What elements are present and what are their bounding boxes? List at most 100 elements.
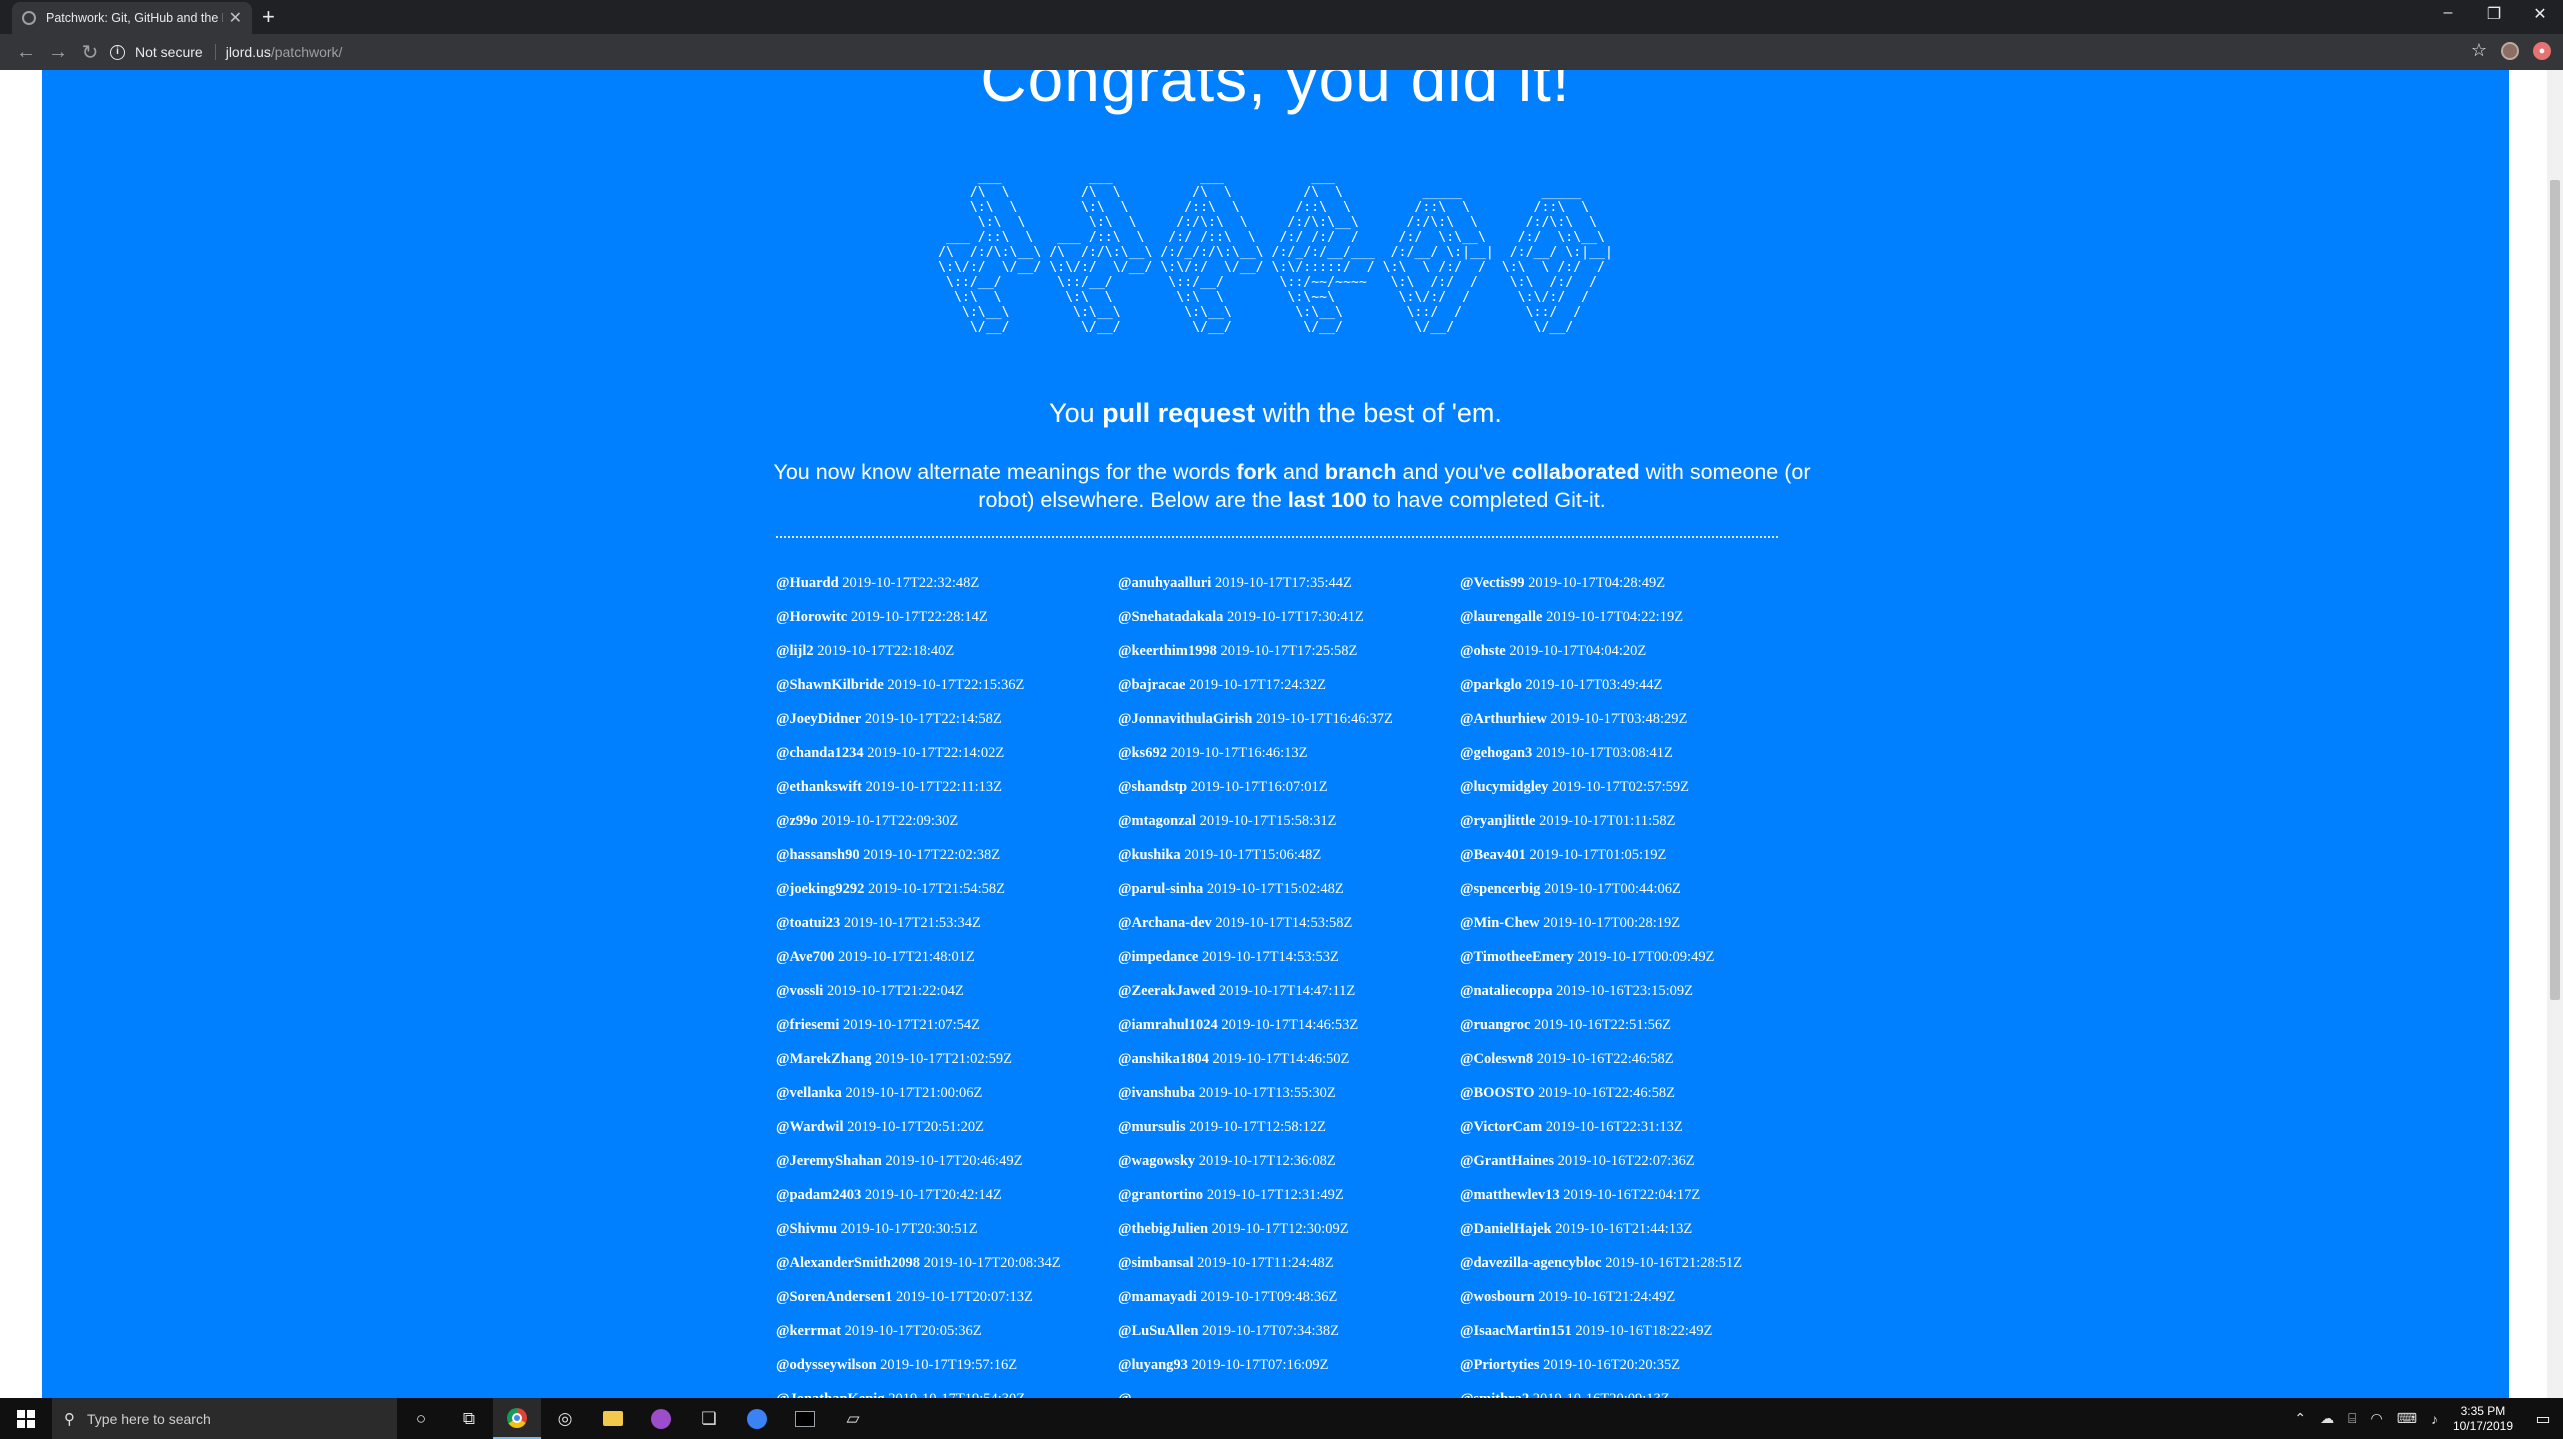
address-bar[interactable]: i Not secure jlord.us/patchwork/ bbox=[110, 38, 2490, 66]
taskbar-search[interactable]: ⚲ Type here to search bbox=[52, 1398, 397, 1439]
username-link[interactable]: @Beav401 bbox=[1460, 847, 1526, 863]
username-link[interactable]: @hassansh90 bbox=[776, 847, 860, 863]
username-link[interactable]: @simbansal bbox=[1118, 1255, 1194, 1271]
task-view-icon[interactable]: ⧉ bbox=[445, 1398, 493, 1439]
username-link[interactable]: @ShawnKilbride bbox=[776, 677, 884, 693]
file-explorer-taskbar-icon[interactable] bbox=[589, 1398, 637, 1439]
username-link[interactable]: @wagowsky bbox=[1118, 1153, 1195, 1169]
username-link[interactable]: @mtagonzal bbox=[1118, 813, 1196, 829]
chrome-taskbar-icon[interactable] bbox=[493, 1398, 541, 1439]
username-link[interactable]: @thebigJulien bbox=[1118, 1221, 1208, 1237]
start-button[interactable] bbox=[0, 1398, 52, 1439]
username-link[interactable]: @Arthurhiew bbox=[1460, 711, 1547, 727]
action-center-icon[interactable]: ▭ bbox=[2523, 1409, 2563, 1429]
username-link[interactable]: @Wardwil bbox=[776, 1119, 843, 1135]
username-link[interactable]: @ryanjlittle bbox=[1460, 813, 1536, 829]
app-taskbar-icon-purple[interactable] bbox=[637, 1398, 685, 1439]
notepad-taskbar-icon[interactable]: ▱ bbox=[829, 1398, 877, 1439]
close-window-icon[interactable]: ✕ bbox=[2517, 4, 2563, 24]
volume-icon[interactable]: ♪ bbox=[2431, 1411, 2438, 1427]
username-link[interactable]: @vossli bbox=[776, 983, 823, 999]
username-link[interactable]: @JoeyDidner bbox=[776, 711, 861, 727]
username-link[interactable]: @friesemi bbox=[776, 1017, 839, 1033]
username-link[interactable]: @JonathanKenig bbox=[776, 1391, 885, 1398]
keyboard-icon[interactable]: ⌨ bbox=[2397, 1410, 2417, 1427]
username-link[interactable]: @spencerbig bbox=[1460, 881, 1540, 897]
username-link[interactable]: @Archana-dev bbox=[1118, 915, 1212, 931]
show-hidden-icons-icon[interactable]: ⌃ bbox=[2294, 1410, 2306, 1427]
username-link[interactable]: @IsaacMartin151 bbox=[1460, 1323, 1572, 1339]
network-icon[interactable]: ⌸ bbox=[2348, 1410, 2356, 1427]
cortana-icon[interactable]: ○ bbox=[397, 1398, 445, 1439]
username-link[interactable]: @grantortino bbox=[1118, 1187, 1203, 1203]
username-link[interactable]: @Snehatadakala bbox=[1118, 609, 1223, 625]
extension-icon[interactable] bbox=[2501, 41, 2519, 60]
username-link[interactable]: @TimotheeEmery bbox=[1460, 949, 1574, 965]
app-taskbar-icon-blue[interactable] bbox=[733, 1398, 781, 1439]
username-link[interactable]: @iamrahul1024 bbox=[1118, 1017, 1218, 1033]
username-link[interactable]: @ethankswift bbox=[776, 779, 862, 795]
username-link[interactable]: @impedance bbox=[1118, 949, 1198, 965]
onedrive-icon[interactable]: ☁ bbox=[2320, 1410, 2334, 1427]
username-link[interactable]: @smithra2 bbox=[1460, 1391, 1529, 1398]
new-tab-icon[interactable]: + bbox=[262, 6, 275, 28]
username-link[interactable]: @chanda1234 bbox=[776, 745, 864, 761]
username-link[interactable]: @JeremyShahan bbox=[776, 1153, 882, 1169]
username-link[interactable]: @Shivmu bbox=[776, 1221, 837, 1237]
username-link[interactable]: @Vectis99 bbox=[1460, 575, 1525, 591]
username-link[interactable]: @ruangroc bbox=[1460, 1017, 1530, 1033]
username-link[interactable]: @mursulis bbox=[1118, 1119, 1185, 1135]
username-link[interactable]: @DanielHajek bbox=[1460, 1221, 1552, 1237]
username-link[interactable]: @MarekZhang bbox=[776, 1051, 871, 1067]
username-link[interactable]: @Horowitc bbox=[776, 609, 847, 625]
info-icon[interactable]: i bbox=[110, 44, 125, 60]
username-link[interactable]: @nataliecoppa bbox=[1460, 983, 1552, 999]
wifi-icon[interactable]: ◠ bbox=[2371, 1410, 2383, 1427]
username-link[interactable]: @z99o bbox=[776, 813, 818, 829]
username-link[interactable]: @laurengalle bbox=[1460, 609, 1543, 625]
browser-tab[interactable]: Patchwork: Git, GitHub and the P ✕ bbox=[12, 2, 252, 34]
username-link[interactable]: @lucymidgley bbox=[1460, 779, 1548, 795]
reload-icon[interactable]: ↻ bbox=[74, 40, 106, 65]
username-link[interactable]: @keerthim1998 bbox=[1118, 643, 1217, 659]
close-tab-icon[interactable]: ✕ bbox=[229, 8, 242, 28]
username-link[interactable]: @JonnavithulaGirish bbox=[1118, 711, 1252, 727]
username-link[interactable]: @ks692 bbox=[1118, 745, 1167, 761]
username-link[interactable]: @VictorCam bbox=[1460, 1119, 1542, 1135]
github-desktop-taskbar-icon[interactable]: ◎ bbox=[541, 1398, 589, 1439]
username-link[interactable]: @matthewlev13 bbox=[1460, 1187, 1560, 1203]
restore-icon[interactable]: ❐ bbox=[2471, 4, 2517, 24]
username-link[interactable]: @lijl2 bbox=[776, 643, 814, 659]
username-link[interactable]: @davezilla-agencybloc bbox=[1460, 1255, 1602, 1271]
username-link[interactable]: @padam2403 bbox=[776, 1187, 861, 1203]
app-taskbar-icon-stack[interactable]: ❏ bbox=[685, 1398, 733, 1439]
username-link[interactable]: @anshika1804 bbox=[1118, 1051, 1209, 1067]
scrollbar-thumb[interactable] bbox=[2550, 180, 2560, 1000]
username-link[interactable]: @vellanka bbox=[776, 1085, 842, 1101]
username-link[interactable]: @parkglo bbox=[1460, 677, 1522, 693]
username-link[interactable]: @BOOSTO bbox=[1460, 1085, 1534, 1101]
username-link[interactable]: @LuSuAllen bbox=[1118, 1323, 1198, 1339]
username-link[interactable]: @kerrmat bbox=[776, 1323, 841, 1339]
username-link[interactable]: @AlexanderSmith2098 bbox=[776, 1255, 920, 1271]
bookmark-star-icon[interactable]: ☆ bbox=[2471, 40, 2487, 61]
username-link[interactable]: @parul-sinha bbox=[1118, 881, 1203, 897]
username-link[interactable]: @Ave700 bbox=[776, 949, 834, 965]
username-link[interactable]: @gehogan3 bbox=[1460, 745, 1532, 761]
username-link[interactable]: @odysseywilson bbox=[776, 1357, 877, 1373]
username-link[interactable]: @mamayadi bbox=[1118, 1289, 1197, 1305]
username-link[interactable]: @bajracae bbox=[1118, 677, 1185, 693]
username-link[interactable]: @Huardd bbox=[776, 575, 839, 591]
username-link[interactable]: @GrantHaines bbox=[1460, 1153, 1554, 1169]
username-link[interactable]: @Coleswn8 bbox=[1460, 1051, 1533, 1067]
username-link[interactable]: @shandstp bbox=[1118, 779, 1187, 795]
username-link[interactable]: @ivanshuba bbox=[1118, 1085, 1195, 1101]
forward-icon[interactable]: → bbox=[42, 41, 74, 64]
username-link[interactable]: @joeking9292 bbox=[776, 881, 864, 897]
taskbar-clock[interactable]: 3:35 PM 10/17/2019 bbox=[2453, 1404, 2513, 1434]
page-scrollbar[interactable] bbox=[2547, 70, 2563, 1398]
terminal-taskbar-icon[interactable] bbox=[781, 1398, 829, 1439]
username-link[interactable]: @anuhyaalluri bbox=[1118, 575, 1211, 591]
username-link[interactable]: @Min-Chew bbox=[1460, 915, 1540, 931]
username-link[interactable]: @kushika bbox=[1118, 847, 1181, 863]
